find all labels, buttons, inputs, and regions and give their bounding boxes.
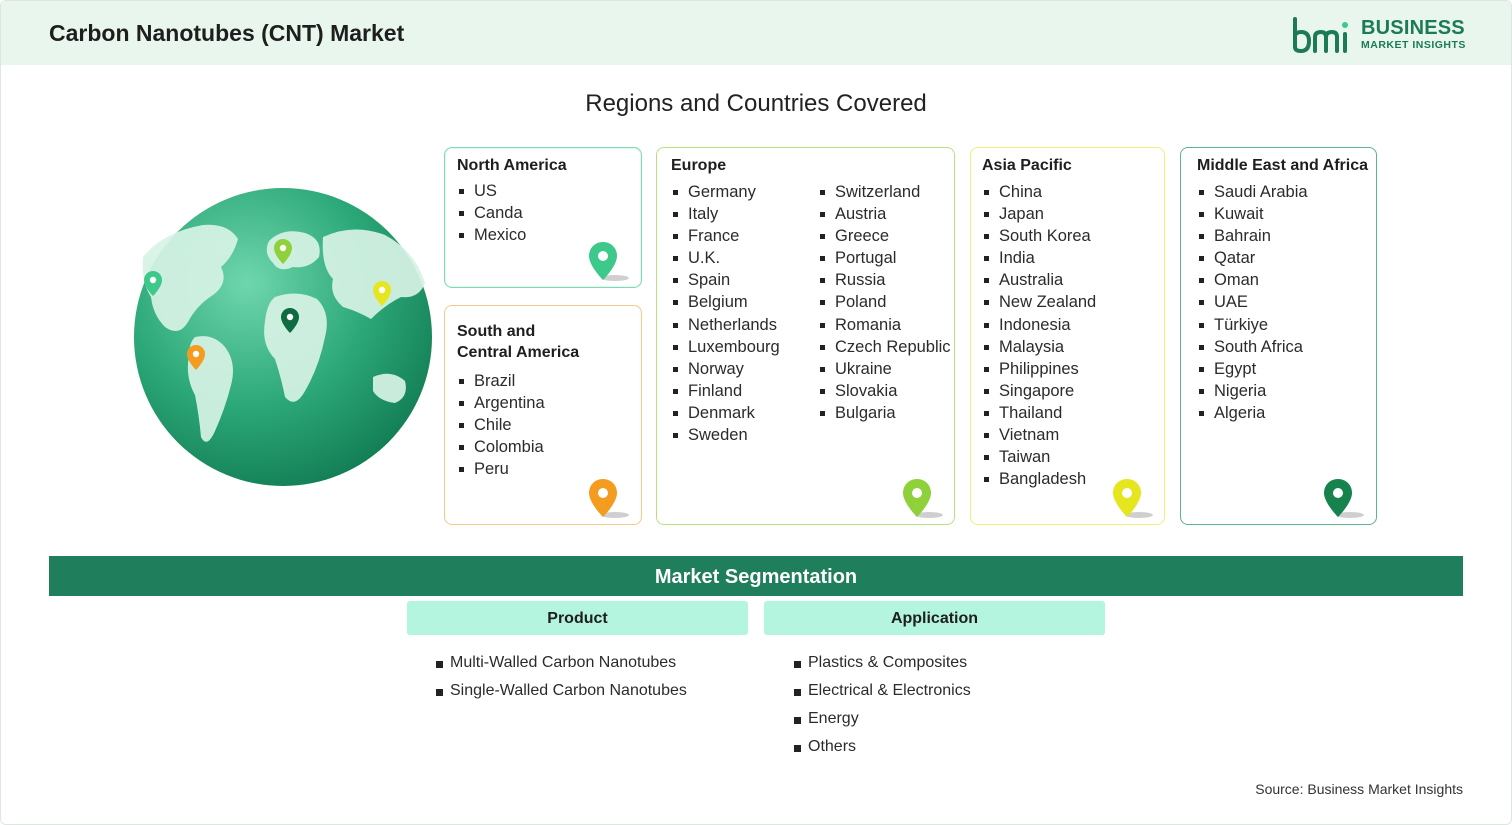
logo-text-secondary: MARKET INSIGHTS — [1361, 39, 1466, 51]
list-item: Bangladesh — [982, 468, 1096, 490]
list-item: Denmark — [671, 402, 780, 424]
list-item: Kuwait — [1197, 203, 1308, 225]
list-item: US — [457, 180, 526, 202]
region-title: Europe — [671, 157, 727, 174]
country-list: China Japan South Korea India Australia … — [982, 181, 1096, 490]
list-item: Saudi Arabia — [1197, 181, 1308, 203]
country-list-col1: Germany Italy France U.K. Spain Belgium … — [671, 181, 780, 446]
list-item: Singapore — [982, 380, 1096, 402]
list-item: Belgium — [671, 291, 780, 313]
region-title: Middle East and Africa — [1197, 157, 1368, 174]
list-item: South Korea — [982, 225, 1096, 247]
header: Carbon Nanotubes (CNT) Market BUSINESS M… — [1, 1, 1511, 65]
list-item: Japan — [982, 203, 1096, 225]
region-card-middle-east-africa: Middle East and Africa Saudi Arabia Kuwa… — [1180, 147, 1377, 525]
list-item: Oman — [1197, 269, 1308, 291]
list-item: Sweden — [671, 424, 780, 446]
region-card-south-central-america: South and Central America Brazil Argenti… — [444, 305, 642, 525]
bmi-logo-icon — [1293, 17, 1348, 54]
list-item: Czech Republic — [818, 336, 951, 358]
list-item: Bahrain — [1197, 225, 1308, 247]
application-list: Plastics & Composites Electrical & Elect… — [794, 649, 971, 761]
list-item: France — [671, 225, 780, 247]
list-item: Finland — [671, 380, 780, 402]
list-item: Malaysia — [982, 336, 1096, 358]
list-item: Electrical & Electronics — [794, 677, 971, 705]
product-list: Multi-Walled Carbon Nanotubes Single-Wal… — [436, 649, 687, 705]
region-title-line1: South and — [457, 323, 536, 340]
list-item: Germany — [671, 181, 780, 203]
region-title: North America — [457, 157, 567, 174]
list-item: Portugal — [818, 247, 951, 269]
country-list: Brazil Argentina Chile Colombia Peru — [457, 370, 545, 480]
list-item: Vietnam — [982, 424, 1096, 446]
list-item: Energy — [794, 705, 971, 733]
list-item: Egypt — [1197, 358, 1308, 380]
list-item: Brazil — [457, 370, 545, 392]
list-item: Slovakia — [818, 380, 951, 402]
list-item: Taiwan — [982, 446, 1096, 468]
region-card-europe: Europe Germany Italy France U.K. Spain B… — [656, 147, 955, 525]
logo-text-primary: BUSINESS — [1361, 17, 1465, 39]
region-title-line2: Central America — [457, 344, 580, 361]
list-item: Austria — [818, 203, 951, 225]
country-list: Saudi Arabia Kuwait Bahrain Qatar Oman U… — [1197, 181, 1308, 424]
list-item: Switzerland — [818, 181, 951, 203]
list-item: Netherlands — [671, 314, 780, 336]
list-item: Türkiye — [1197, 314, 1308, 336]
map-pin-icon — [1324, 479, 1364, 518]
list-item: Luxembourg — [671, 336, 780, 358]
country-list-col2: Switzerland Austria Greece Portugal Russ… — [818, 181, 951, 424]
list-item: Norway — [671, 358, 780, 380]
list-item: Qatar — [1197, 247, 1308, 269]
segment-header-product: Product — [407, 601, 748, 635]
list-item: China — [982, 181, 1096, 203]
list-item: Argentina — [457, 392, 545, 414]
list-item: Colombia — [457, 436, 545, 458]
list-item: Mexico — [457, 224, 526, 246]
country-list: US Canda Mexico — [457, 180, 526, 246]
page-title: Carbon Nanotubes (CNT) Market — [49, 20, 405, 46]
list-item: South Africa — [1197, 336, 1308, 358]
region-title: Asia Pacific — [982, 157, 1072, 174]
list-item: New Zealand — [982, 291, 1096, 313]
list-item: Spain — [671, 269, 780, 291]
list-item: Nigeria — [1197, 380, 1308, 402]
list-item: Single-Walled Carbon Nanotubes — [436, 677, 687, 705]
list-item: UAE — [1197, 291, 1308, 313]
list-item: Bulgaria — [818, 402, 951, 424]
globe-icon — [134, 188, 432, 486]
map-pin-icon — [589, 242, 629, 281]
region-card-north-america: North America US Canda Mexico — [444, 147, 642, 288]
list-item: Plastics & Composites — [794, 649, 971, 677]
list-item: Philippines — [982, 358, 1096, 380]
map-pin-icon — [1113, 479, 1153, 518]
source-note: Source: Business Market Insights — [1255, 781, 1463, 797]
list-item: U.K. — [671, 247, 780, 269]
list-item: Multi-Walled Carbon Nanotubes — [436, 649, 687, 677]
segmentation-title: Market Segmentation — [49, 556, 1463, 596]
list-item: Others — [794, 733, 971, 761]
list-item: Chile — [457, 414, 545, 436]
region-card-asia-pacific: Asia Pacific China Japan South Korea Ind… — [970, 147, 1165, 525]
list-item: Romania — [818, 314, 951, 336]
list-item: Ukraine — [818, 358, 951, 380]
list-item: Peru — [457, 458, 545, 480]
list-item: Poland — [818, 291, 951, 313]
list-item: Russia — [818, 269, 951, 291]
list-item: Algeria — [1197, 402, 1308, 424]
list-item: India — [982, 247, 1096, 269]
regions-title: Regions and Countries Covered — [585, 90, 927, 117]
company-logo: BUSINESS MARKET INSIGHTS — [1291, 15, 1471, 55]
list-item: Indonesia — [982, 314, 1096, 336]
list-item: Thailand — [982, 402, 1096, 424]
map-pin-icon — [903, 479, 943, 518]
list-item: Australia — [982, 269, 1096, 291]
list-item: Greece — [818, 225, 951, 247]
map-pin-icon — [589, 479, 629, 518]
segment-header-application: Application — [764, 601, 1105, 635]
list-item: Italy — [671, 203, 780, 225]
list-item: Canda — [457, 202, 526, 224]
